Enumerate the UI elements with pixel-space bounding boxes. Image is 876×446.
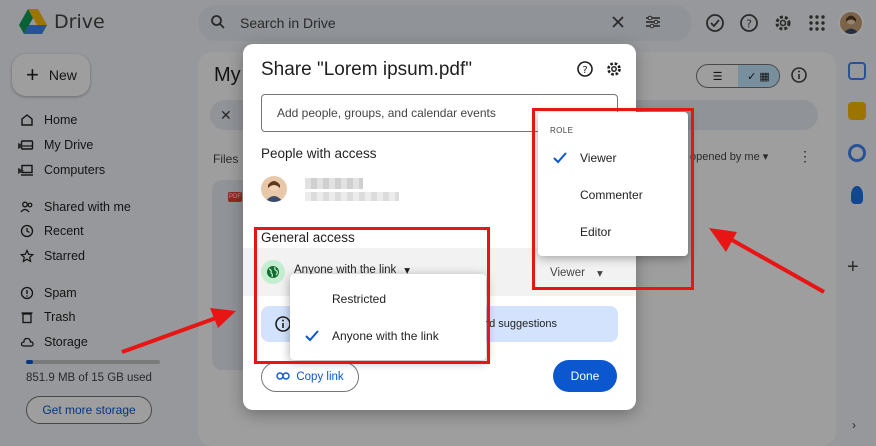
people-with-access-heading: People with access [261,146,377,161]
info-banner-text: nd suggestions [483,318,557,330]
share-settings-gear-icon[interactable] [605,60,623,78]
svg-text:?: ? [582,65,587,76]
dialog-title: Share "Lorem ipsum.pdf" [261,59,472,80]
highlight-box-general-access [254,227,490,364]
help-icon[interactable]: ? [576,60,594,78]
owner-email-redacted [305,192,399,201]
copy-link-button[interactable]: Copy link [261,362,359,392]
owner-avatar [261,176,287,202]
owner-name-redacted [305,178,363,189]
add-people-placeholder: Add people, groups, and calendar events [277,106,496,120]
copy-link-label: Copy link [296,371,344,383]
done-button[interactable]: Done [553,360,617,392]
link-icon [276,371,291,384]
highlight-box-role-menu [532,108,694,290]
